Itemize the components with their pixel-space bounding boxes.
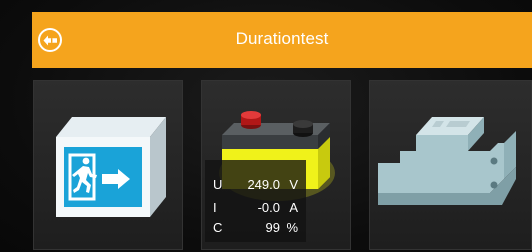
header-bar: Durationtest xyxy=(32,12,532,68)
readout-row-voltage: U 249.0 V xyxy=(205,177,306,193)
readout-symbol: C xyxy=(213,220,223,235)
emergency-exit-sign-icon xyxy=(56,117,166,217)
readout-value: 99 xyxy=(265,220,280,235)
readout-symbol: I xyxy=(213,200,217,215)
readout-row-current: I -0.0 A xyxy=(205,200,306,216)
readout-unit: A xyxy=(289,200,298,215)
screen: Durationtest U 249.0 V I -0.0 A C 99 % xyxy=(0,0,532,252)
readout-value: 249.0 xyxy=(247,177,280,192)
readout-row-capacity: C 99 % xyxy=(205,220,306,236)
tile-emergency-exit[interactable] xyxy=(33,80,183,250)
measurement-readout: U 249.0 V I -0.0 A C 99 % xyxy=(205,160,306,242)
readout-unit: % xyxy=(286,220,298,235)
tile-module[interactable] xyxy=(369,80,532,250)
readout-unit: V xyxy=(289,177,298,192)
din-rail-module-icon xyxy=(378,117,516,205)
readout-value: -0.0 xyxy=(257,200,280,215)
page-title: Durationtest xyxy=(235,29,329,48)
readout-symbol: U xyxy=(213,177,223,192)
